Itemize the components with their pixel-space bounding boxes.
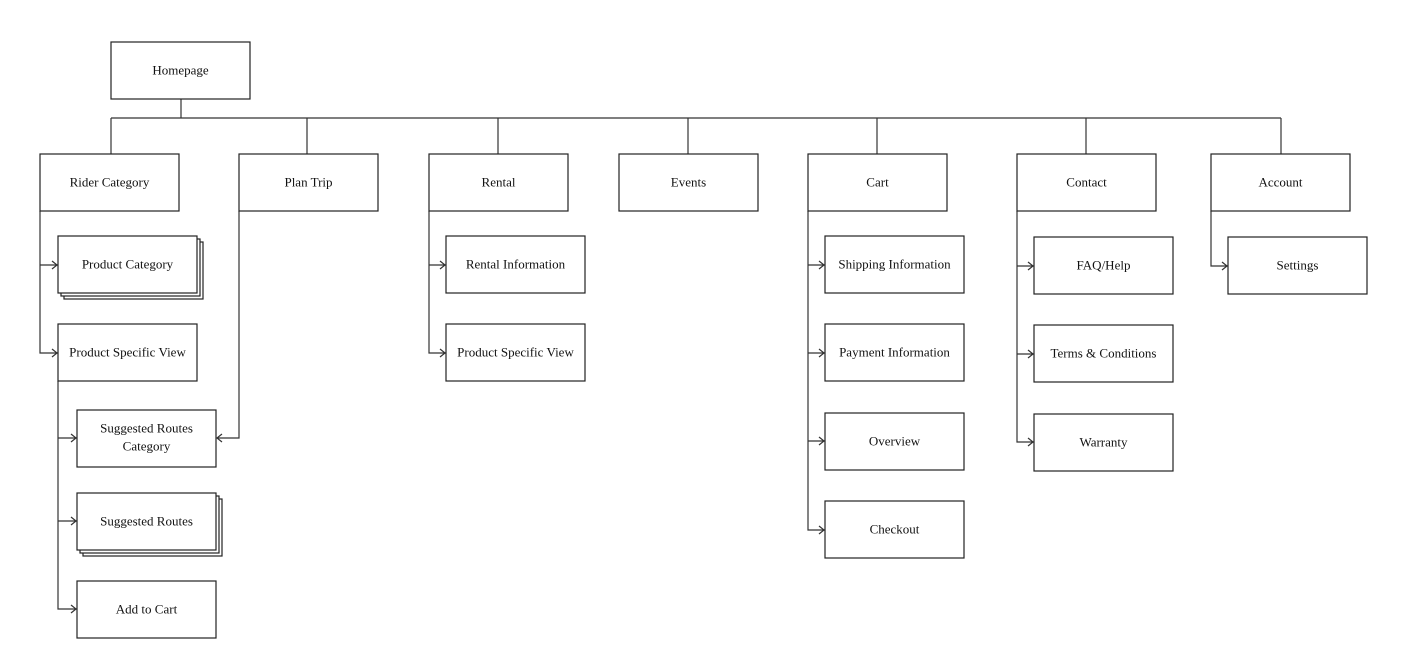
node-suggested-routes[interactable]: Suggested Routes bbox=[76, 492, 223, 557]
trunk bbox=[39, 211, 58, 354]
node-suggested-routes-category[interactable]: Suggested Routes Category bbox=[76, 409, 217, 468]
node-contact-child-1[interactable]: Terms & Conditions bbox=[1033, 324, 1174, 383]
node-label: Events bbox=[671, 174, 706, 189]
node-label: Cart bbox=[866, 174, 889, 189]
node-rental-information[interactable]: Rental Information bbox=[445, 235, 586, 294]
node-cart-child-1[interactable]: Payment Information bbox=[824, 323, 965, 382]
node-label: Account bbox=[1258, 174, 1302, 189]
node-section-6[interactable]: Account bbox=[1210, 153, 1351, 212]
node-label: Shipping Information bbox=[838, 256, 951, 271]
node-label: Suggested Routes bbox=[100, 513, 193, 528]
node-label: Homepage bbox=[152, 62, 209, 77]
node-label: Plan Trip bbox=[284, 174, 332, 189]
node-label: Product Specific View bbox=[457, 344, 574, 359]
node-cart-child-3[interactable]: Checkout bbox=[824, 500, 965, 559]
node-rental-product-specific-view[interactable]: Product Specific View bbox=[445, 323, 586, 382]
node-label: Payment Information bbox=[839, 344, 950, 359]
node-label: Terms & Conditions bbox=[1051, 345, 1157, 360]
node-cart-child-2[interactable]: Overview bbox=[824, 412, 965, 471]
node-label: Suggested Routes bbox=[100, 420, 193, 435]
node-label: Rental bbox=[482, 174, 516, 189]
node-label: Overview bbox=[869, 433, 921, 448]
node-add-to-cart[interactable]: Add to Cart bbox=[76, 580, 217, 639]
trunk bbox=[57, 381, 77, 610]
node-label: Rental Information bbox=[466, 256, 566, 271]
node-product-specific-view[interactable]: Product Specific View bbox=[57, 323, 198, 382]
node-label: Category bbox=[123, 438, 171, 453]
node-section-0[interactable]: Rider Category bbox=[39, 153, 180, 212]
trunk bbox=[1210, 211, 1228, 267]
node-section-4[interactable]: Cart bbox=[807, 153, 948, 212]
node-section-5[interactable]: Contact bbox=[1016, 153, 1157, 212]
node-label: Product Category bbox=[82, 256, 174, 271]
node-label: Rider Category bbox=[70, 174, 150, 189]
node-label: Checkout bbox=[870, 521, 920, 536]
node-product-category[interactable]: Product Category bbox=[57, 235, 204, 300]
node-section-3[interactable]: Events bbox=[618, 153, 759, 212]
node-cart-child-0[interactable]: Shipping Information bbox=[824, 235, 965, 294]
node-label: Settings bbox=[1277, 257, 1319, 272]
trunk bbox=[428, 211, 446, 354]
node-label: Warranty bbox=[1079, 434, 1128, 449]
plan-trip-link bbox=[217, 211, 240, 439]
node-homepage[interactable]: Homepage bbox=[110, 41, 251, 100]
node-section-2[interactable]: Rental bbox=[428, 153, 569, 212]
node-contact-child-2[interactable]: Warranty bbox=[1033, 413, 1174, 472]
sitemap-diagram: Homepage Rider Category Plan Trip Rental Eve… bbox=[39, 41, 1368, 639]
node-label: Add to Cart bbox=[116, 601, 178, 616]
node-contact-child-0[interactable]: FAQ/Help bbox=[1033, 236, 1174, 295]
node-label: FAQ/Help bbox=[1077, 257, 1131, 272]
node-label: Product Specific View bbox=[69, 344, 186, 359]
node-section-1[interactable]: Plan Trip bbox=[238, 153, 379, 212]
node-settings[interactable]: Settings bbox=[1227, 236, 1368, 295]
trunk bbox=[807, 211, 825, 531]
trunk bbox=[1016, 211, 1034, 443]
node-label: Contact bbox=[1066, 174, 1107, 189]
